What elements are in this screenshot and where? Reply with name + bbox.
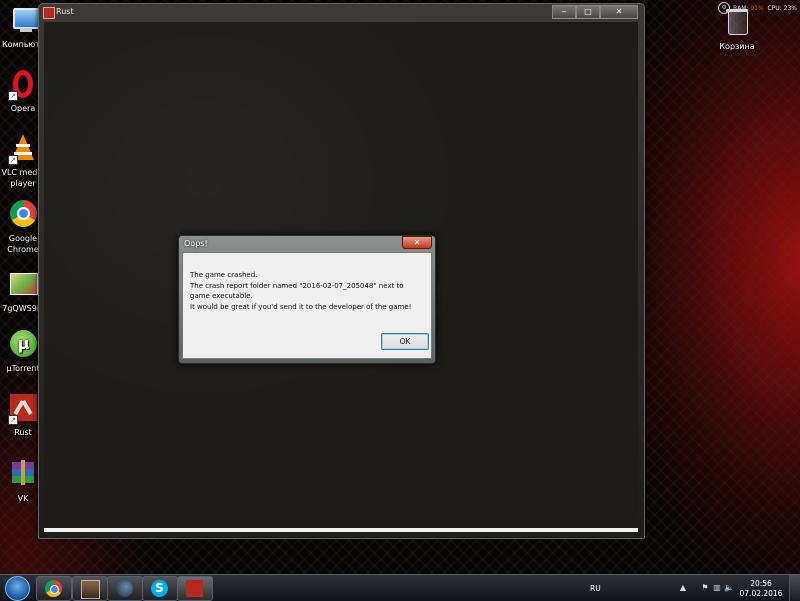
image-file-icon	[8, 270, 38, 300]
cpu-value: 23%	[783, 4, 797, 12]
rust-icon	[186, 580, 203, 597]
dialog-body: The game crashed. The crash report folde…	[182, 252, 432, 359]
volume-icon[interactable]: 🔈	[724, 583, 734, 593]
message-line: The game crashed.	[190, 271, 258, 279]
desktop-icon-label: Корзина	[719, 42, 755, 51]
gear-icon[interactable]: ⚙	[718, 2, 731, 14]
computer-icon	[10, 6, 41, 36]
dialog-message: The game crashed. The crash report folde…	[190, 270, 425, 312]
shortcut-arrow-icon: ↗	[8, 91, 18, 101]
language-indicator[interactable]: RU	[590, 584, 601, 593]
vlc-icon: ↗	[8, 134, 38, 165]
utorrent-icon: µ	[8, 330, 38, 360]
taskbar-item-chrome[interactable]	[36, 576, 72, 601]
minimize-button[interactable]: ‒	[552, 5, 576, 19]
ok-button[interactable]: OK	[381, 333, 429, 350]
system-tray: RU ▲ ⚑ ▥ 🔈 20:56 07.02.2016	[590, 575, 800, 601]
window-title: Rust	[56, 7, 74, 16]
shortcut-arrow-icon: ↗	[8, 415, 18, 425]
ram-value: 91%	[750, 4, 764, 12]
taskbar-item-rust[interactable]	[177, 576, 213, 601]
chrome-icon	[45, 580, 62, 597]
chevron-up-icon[interactable]: ▲	[678, 583, 688, 593]
taskbar-item-skype[interactable]: S	[142, 576, 178, 601]
progress-bar	[44, 528, 638, 532]
clock-time: 20:56	[750, 579, 772, 588]
taskbar: S RU ▲ ⚑ ▥ 🔈 20:56 07.02.2016	[0, 574, 800, 601]
start-button[interactable]	[1, 576, 33, 601]
ram-label: RAM:	[733, 4, 749, 12]
rust-icon: ↗	[8, 394, 38, 425]
winrar-icon	[8, 460, 38, 490]
show-desktop-button[interactable]	[789, 575, 800, 601]
game-icon	[81, 580, 100, 599]
desktop-icon-recycle-bin[interactable]: Корзина	[714, 8, 760, 52]
crash-dialog[interactable]: Oops! ✕ The game crashed. The crash repo…	[178, 235, 436, 364]
steam-icon	[116, 580, 133, 597]
shortcut-arrow-icon: ↗	[8, 155, 18, 165]
rust-icon	[43, 7, 55, 19]
window-controls: ‒ □ ✕	[552, 5, 638, 19]
taskbar-item-game[interactable]	[72, 576, 108, 601]
network-icon[interactable]: ▥	[712, 583, 722, 593]
dialog-title: Oops!	[184, 239, 208, 248]
system-monitor: ⚙ RAM: 91% CPU: 23%	[718, 2, 797, 14]
taskbar-item-steam[interactable]	[107, 576, 143, 601]
windows-logo-icon	[5, 576, 30, 601]
message-line: The crash report folder named "2016-02-0…	[190, 281, 404, 301]
opera-icon: ↗	[8, 70, 38, 101]
clock-date: 07.02.2016	[739, 589, 783, 598]
message-line: It would be great if you'd send it to th…	[190, 302, 412, 311]
chrome-icon	[8, 200, 38, 230]
clock[interactable]: 20:56 07.02.2016	[736, 579, 786, 599]
skype-icon: S	[151, 580, 168, 597]
action-center-flag-icon[interactable]: ⚑	[700, 583, 710, 593]
maximize-button[interactable]: □	[576, 5, 600, 19]
cpu-label: CPU:	[767, 4, 782, 12]
dialog-close-button[interactable]: ✕	[402, 236, 432, 249]
close-button[interactable]: ✕	[600, 5, 638, 19]
